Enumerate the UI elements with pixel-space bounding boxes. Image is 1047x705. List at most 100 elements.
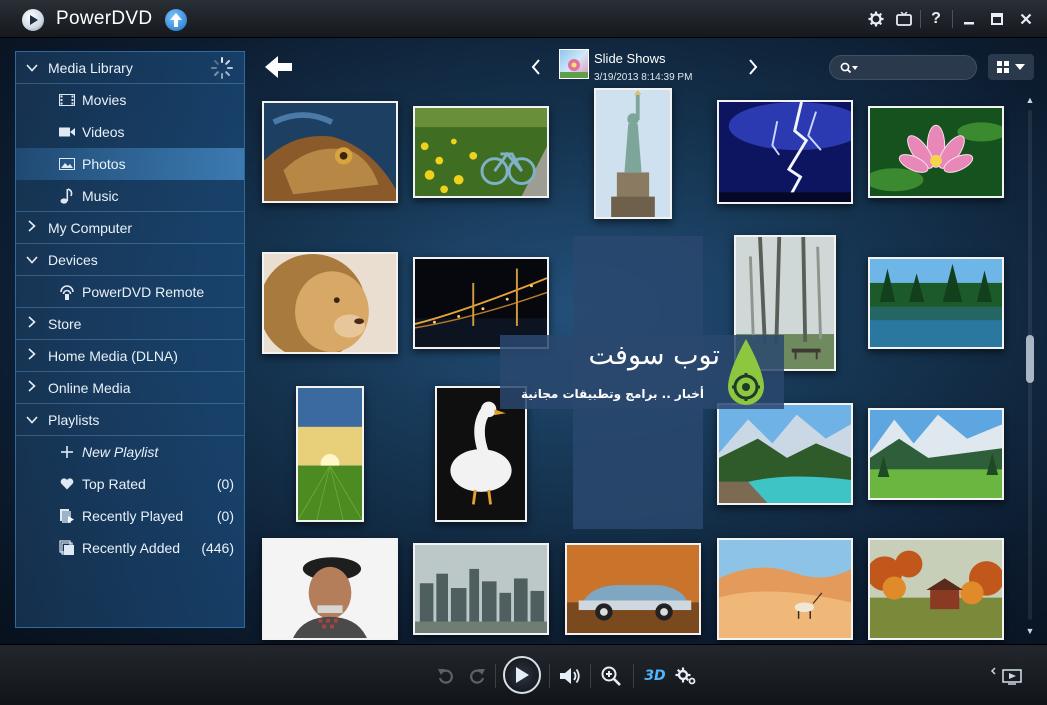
scroll-up-arrow[interactable]: ▲ [1024, 95, 1036, 105]
control-divider [590, 664, 591, 688]
sidebar-item-label: Recently Added [82, 540, 181, 556]
photo-thumbnail-city-skyline[interactable] [413, 543, 549, 635]
album-thumbnail [559, 49, 589, 79]
photo-thumbnail-lake-forest[interactable] [868, 257, 1004, 349]
control-divider [549, 664, 550, 688]
sidebar-item-movies[interactable]: Movies [16, 84, 244, 116]
gear-icon[interactable] [865, 8, 887, 30]
recently-added-icon [52, 540, 82, 556]
search-icon [840, 62, 858, 73]
sidebar-item-new-playlist[interactable]: New Playlist [16, 436, 244, 468]
scroll-down-arrow[interactable]: ▼ [1024, 626, 1036, 636]
scrollbar-thumb[interactable] [1026, 335, 1034, 383]
sidebar-item-label: Devices [48, 251, 98, 268]
redo-icon[interactable] [466, 665, 488, 687]
view-mode-button[interactable] [988, 54, 1034, 80]
sidebar-item-label: My Computer [48, 219, 133, 236]
photo-thumbnail-bicycle-field[interactable] [413, 106, 549, 198]
sidebar-item-playlists[interactable]: Playlists [16, 404, 244, 436]
close-icon[interactable] [1015, 8, 1037, 30]
grid-view-icon [997, 61, 1009, 73]
sidebar-item-label: Home Media (DLNA) [48, 347, 178, 364]
sidebar-item-label: Movies [82, 92, 127, 108]
zoom-in-icon[interactable] [600, 664, 622, 688]
upgrade-arrow-icon[interactable] [165, 9, 187, 31]
chevron-down-icon [16, 412, 48, 427]
play-button[interactable] [503, 656, 541, 694]
powerdvd-logo-icon [22, 9, 44, 31]
chevron-down-icon [1015, 64, 1025, 70]
watermark-subtitle: أخبار .. برامج وتطبيقات مجانية [521, 387, 704, 401]
photo-thumbnail-lotus-flower[interactable] [868, 106, 1004, 198]
next-album-icon[interactable] [745, 57, 761, 77]
photo-thumbnail-lightning[interactable] [717, 100, 853, 204]
item-count: (446) [201, 540, 234, 556]
help-button[interactable]: ? [925, 8, 947, 30]
remote-wifi-icon [52, 284, 82, 300]
undo-icon[interactable] [435, 665, 457, 687]
display-mode-icon[interactable] [988, 664, 1026, 688]
drop-gear-logo-icon [724, 337, 768, 409]
photo-thumbnail-old-man[interactable] [262, 538, 398, 640]
photo-thumbnail-sunset-field[interactable] [296, 386, 364, 522]
photo-thumbnail-autumn-barn[interactable] [868, 538, 1004, 640]
photo-thumbnail-desert-oryx[interactable] [717, 538, 853, 640]
sidebar-item-devices[interactable]: Devices [16, 244, 244, 276]
sidebar-item-label: Photos [82, 156, 126, 172]
search-field[interactable] [829, 55, 977, 80]
film-icon [52, 94, 82, 106]
photo-thumbnail-statue-of-liberty[interactable] [594, 88, 672, 219]
item-count: (0) [216, 508, 234, 524]
sidebar-item-recently-played[interactable]: Recently Played (0) [16, 500, 244, 532]
sidebar: Media Library Movies Videos Photos Music… [15, 51, 245, 628]
sidebar-item-top-rated[interactable]: Top Rated (0) [16, 468, 244, 500]
sidebar-item-label: Playlists [48, 411, 100, 428]
sidebar-item-media-library[interactable]: Media Library [16, 52, 244, 84]
loading-spinner-icon [211, 57, 233, 79]
chevron-right-icon [16, 316, 48, 331]
sidebar-item-online-media[interactable]: Online Media [16, 372, 244, 404]
sidebar-item-videos[interactable]: Videos [16, 116, 244, 148]
sidebar-item-my-computer[interactable]: My Computer [16, 212, 244, 244]
sidebar-item-label: Music [82, 187, 119, 204]
play-icon [516, 667, 529, 683]
volume-icon[interactable] [558, 664, 582, 688]
previous-album-icon[interactable] [528, 57, 544, 77]
photo-thumbnail-mountain-lake[interactable] [717, 403, 853, 505]
recently-played-icon [52, 508, 82, 524]
photo-thumbnail-iguana[interactable] [262, 101, 398, 203]
sidebar-item-store[interactable]: Store [16, 308, 244, 340]
search-input[interactable] [864, 60, 974, 75]
chevron-down-icon [16, 252, 48, 267]
sidebar-item-label: New Playlist [82, 444, 159, 460]
photo-thumbnail-mountain-valley[interactable] [868, 408, 1004, 500]
sidebar-item-photos[interactable]: Photos [16, 148, 244, 180]
plus-icon [52, 446, 82, 458]
sidebar-item-label: Media Library [48, 59, 133, 76]
sidebar-item-recently-added[interactable]: Recently Added (446) [16, 532, 244, 564]
video-camera-icon [52, 126, 82, 138]
sidebar-item-label: Top Rated [82, 476, 146, 492]
maximize-icon[interactable] [986, 8, 1008, 30]
heart-icon [52, 478, 82, 490]
control-divider [633, 664, 634, 688]
chevron-right-icon [16, 220, 48, 235]
album-date: 3/19/2013 8:14:39 PM [594, 72, 693, 83]
sidebar-item-home-media[interactable]: Home Media (DLNA) [16, 340, 244, 372]
album-title: Slide Shows [594, 51, 666, 66]
item-count: (0) [216, 476, 234, 492]
watermark-title: توب سوفت [588, 340, 720, 371]
back-arrow-icon[interactable] [265, 55, 295, 79]
music-note-icon [52, 187, 82, 204]
photo-thumbnail-classic-car[interactable] [565, 543, 701, 635]
sidebar-item-powerdvd-remote[interactable]: PowerDVD Remote [16, 276, 244, 308]
3d-mode-button[interactable]: 3D [643, 664, 667, 688]
sidebar-item-label: Store [48, 315, 82, 332]
app-title: PowerDVD [56, 8, 153, 29]
settings-gears-icon[interactable] [674, 664, 698, 688]
photo-thumbnail-lion[interactable] [262, 252, 398, 354]
tv-mode-icon[interactable] [893, 8, 915, 30]
title-bar: PowerDVD ? [0, 0, 1047, 38]
sidebar-item-music[interactable]: Music [16, 180, 244, 212]
minimize-icon[interactable] [958, 8, 980, 30]
